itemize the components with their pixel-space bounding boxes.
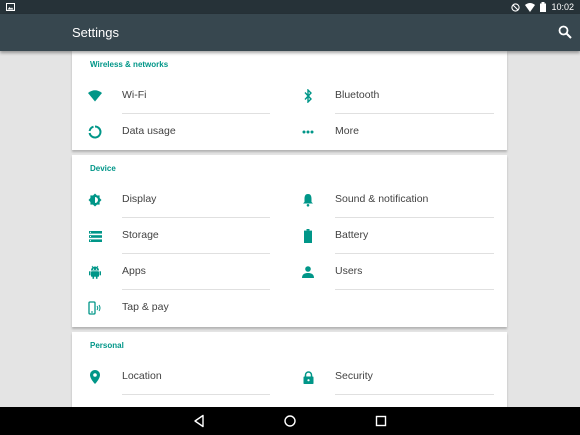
settings-item-sound-notification[interactable]: Sound & notification: [285, 182, 494, 218]
do-not-disturb-icon: [511, 2, 521, 12]
wireless-networks-card: Wireless & networks Wi-Fi Bluetooth Data…: [72, 51, 507, 150]
settings-item-bluetooth[interactable]: Bluetooth: [285, 78, 494, 114]
settings-item-label: Users: [335, 265, 363, 277]
search-icon[interactable]: [558, 25, 572, 39]
lock-icon: [301, 370, 315, 384]
wifi-icon: [88, 89, 102, 103]
location-icon: [88, 370, 102, 384]
settings-item-label: Security: [335, 370, 373, 382]
back-icon[interactable]: [192, 414, 206, 428]
tap-pay-icon: [88, 301, 102, 315]
storage-icon: [88, 229, 102, 243]
bluetooth-icon: [301, 89, 315, 103]
device-card: Device Display Sound & notification Stor…: [72, 155, 507, 327]
settings-item-location[interactable]: Location: [72, 359, 270, 395]
settings-item-label: Display: [122, 193, 157, 205]
divider: [335, 289, 494, 290]
personal-card: Personal Location Security: [72, 332, 507, 407]
settings-item-wifi[interactable]: Wi-Fi: [72, 78, 270, 114]
settings-item-security[interactable]: Security: [285, 359, 494, 395]
status-bar: 10:02: [0, 0, 580, 14]
section-header-wireless: Wireless & networks: [90, 60, 169, 69]
section-header-device: Device: [90, 164, 116, 173]
wifi-signal-icon: [525, 2, 536, 12]
android-icon: [88, 265, 102, 279]
image-notification-icon: [6, 3, 15, 11]
settings-item-storage[interactable]: Storage: [72, 218, 270, 254]
settings-item-apps[interactable]: Apps: [72, 254, 270, 290]
settings-item-label: Battery: [335, 229, 369, 241]
settings-item-label: Wi-Fi: [122, 89, 147, 101]
settings-item-label: Apps: [122, 265, 146, 277]
clock: 10:02: [551, 2, 574, 12]
settings-item-label: Location: [122, 370, 162, 382]
user-icon: [301, 265, 315, 279]
settings-item-label: Storage: [122, 229, 159, 241]
battery-status-icon: [540, 2, 547, 12]
page-title: Settings: [72, 25, 119, 40]
section-header-personal: Personal: [90, 341, 124, 350]
data-usage-icon: [88, 125, 102, 139]
recents-icon[interactable]: [374, 414, 388, 428]
settings-item-battery[interactable]: Battery: [285, 218, 494, 254]
navigation-bar: [0, 407, 580, 435]
more-icon: [301, 125, 315, 139]
divider: [122, 394, 270, 395]
settings-item-display[interactable]: Display: [72, 182, 270, 218]
settings-item-label: More: [335, 125, 359, 137]
app-bar: Settings: [0, 14, 580, 51]
home-icon[interactable]: [283, 414, 297, 428]
settings-item-more[interactable]: More: [285, 114, 494, 150]
settings-item-tap-pay[interactable]: Tap & pay: [72, 290, 270, 326]
settings-item-label: Bluetooth: [335, 89, 380, 101]
settings-item-label: Tap & pay: [122, 301, 169, 313]
divider: [335, 394, 494, 395]
settings-item-label: Data usage: [122, 125, 176, 137]
settings-item-data-usage[interactable]: Data usage: [72, 114, 270, 150]
battery-icon: [301, 229, 315, 243]
settings-item-users[interactable]: Users: [285, 254, 494, 290]
settings-item-label: Sound & notification: [335, 193, 429, 205]
bell-icon: [301, 193, 315, 207]
display-icon: [88, 193, 102, 207]
